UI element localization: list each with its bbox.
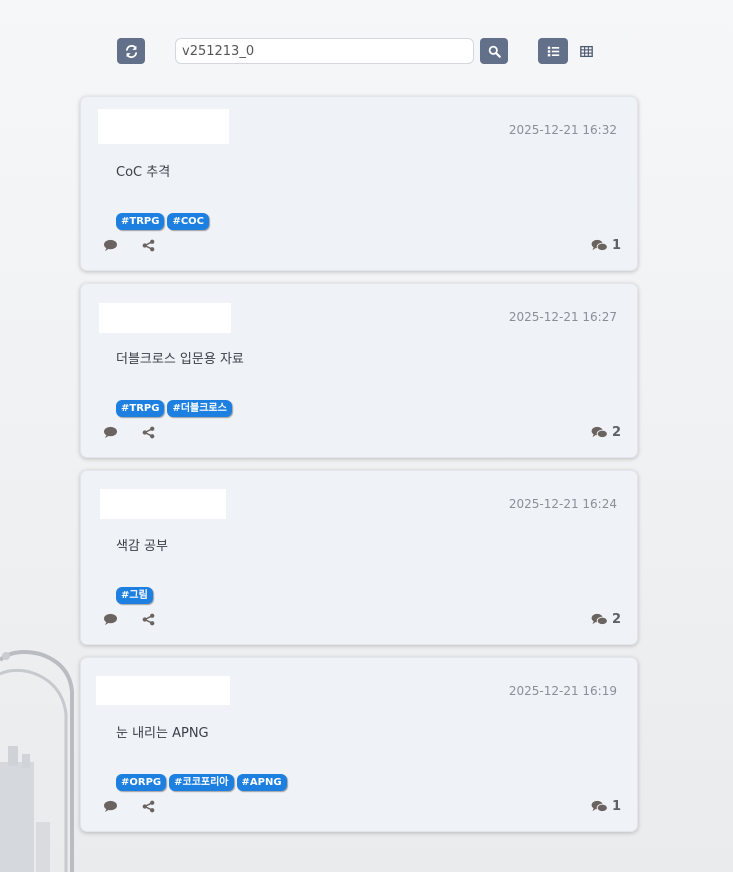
comment-icon [103,800,117,812]
comment-count-value: 1 [611,238,621,253]
author-avatar [98,109,229,144]
post-title[interactable]: 색감 공부 [116,535,168,554]
post-title[interactable]: 눈 내리는 APNG [116,722,209,741]
post-card[interactable]: 2025-12-21 16:19 눈 내리는 APNG #ORPG #코코포리아… [80,657,638,832]
comment-count: 2 [591,612,621,627]
refresh-icon [125,44,137,58]
post-card[interactable]: 2025-12-21 16:32 CoC 추격 #TRPG #COC 1 [80,96,638,271]
comment-count-value: 1 [611,799,621,814]
refresh-button[interactable] [117,38,145,64]
comments-icon [591,613,608,626]
tag[interactable]: #APNG [236,774,287,791]
comment-icon [103,426,117,438]
post-date: 2025-12-21 16:32 [508,123,617,137]
tag[interactable]: #TRPG [116,400,165,417]
comment-icon [103,613,117,625]
search-input[interactable] [175,38,474,64]
author-avatar [100,489,226,519]
comment-count-value: 2 [611,612,621,627]
comments-icon [591,239,608,252]
post-date: 2025-12-21 16:24 [508,497,617,511]
list-icon [547,46,559,56]
tag[interactable]: #코코포리아 [169,774,234,791]
post-title[interactable]: CoC 추격 [116,161,170,180]
share-button[interactable] [140,612,156,626]
author-avatar [96,676,230,705]
share-button[interactable] [140,425,156,439]
comment-icon [103,239,117,251]
share-icon [142,426,154,438]
list-view-button[interactable] [538,38,568,64]
author-avatar [99,303,231,333]
search-button[interactable] [480,38,508,64]
share-button[interactable] [140,238,156,252]
post-date: 2025-12-21 16:27 [508,310,617,324]
comment-count: 1 [591,799,621,814]
tag[interactable]: #COC [167,213,209,230]
tag[interactable]: #TRPG [116,213,165,230]
post-card[interactable]: 2025-12-21 16:24 색감 공부 #그림 2 [80,470,638,645]
tag[interactable]: #ORPG [116,774,167,791]
tag-list: #그림 [116,587,153,604]
grid-view-button[interactable] [572,38,601,64]
grid-icon [580,45,593,57]
comment-button[interactable] [102,612,118,626]
search-icon [488,45,501,58]
comments-icon [591,426,608,439]
comment-button[interactable] [102,238,118,252]
share-icon [142,239,154,251]
post-card[interactable]: 2025-12-21 16:27 더블크로스 입문용 자료 #TRPG #더블크… [80,283,638,458]
comment-button[interactable] [102,425,118,439]
post-title[interactable]: 더블크로스 입문용 자료 [116,348,244,367]
share-icon [142,800,154,812]
toolbar [0,38,733,66]
share-icon [142,613,154,625]
share-button[interactable] [140,799,156,813]
comment-count: 1 [591,238,621,253]
tag-list: #TRPG #COC [116,213,209,230]
tag-list: #ORPG #코코포리아 #APNG [116,774,287,791]
comment-count: 2 [591,425,621,440]
tag[interactable]: #그림 [116,587,153,604]
post-date: 2025-12-21 16:19 [508,684,617,698]
tag[interactable]: #더블크로스 [167,400,232,417]
comments-icon [591,800,608,813]
comment-button[interactable] [102,799,118,813]
tag-list: #TRPG #더블크로스 [116,400,232,417]
comment-count-value: 2 [611,425,621,440]
